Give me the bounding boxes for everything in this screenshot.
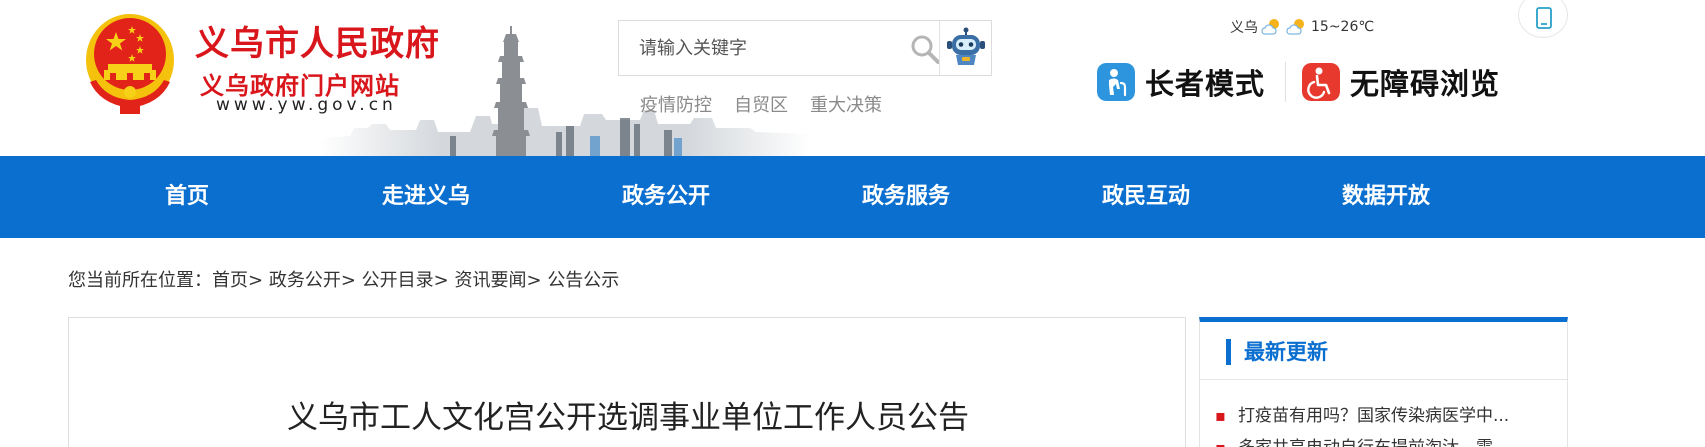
breadcrumb-notices[interactable]: 公告公示	[547, 270, 619, 291]
hot-keywords: 疫情防控 自贸区 重大决策	[640, 91, 882, 117]
breadcrumb-prefix: 您当前所在位置：	[68, 270, 212, 291]
latest-updates-panel: 最新更新 ▪ 打疫苗有用吗？国家传染病医学中... ▪ 多家共享电动自行车提前淘…	[1199, 317, 1568, 447]
hot-link-decisions[interactable]: 重大决策	[810, 91, 882, 117]
partly-cloudy-icon	[1286, 19, 1304, 35]
breadcrumb: 您当前所在位置：首页> 政务公开> 公开目录> 资讯要闻> 公告公示	[68, 266, 619, 292]
search-divider	[939, 21, 940, 75]
nav-gov-affairs-open[interactable]: 政务公开	[622, 156, 710, 238]
latest-updates-title: 最新更新	[1244, 340, 1328, 364]
list-item[interactable]: ▪ 打疫苗有用吗？国家传染病医学中...	[1200, 404, 1567, 436]
partly-cloudy-icon	[1261, 19, 1279, 35]
hot-link-ftz[interactable]: 自贸区	[734, 91, 788, 117]
list-item-label: 多家共享电动自行车提前淘汰，需...	[1238, 436, 1509, 447]
breadcrumb-separator: >	[526, 270, 542, 291]
weather-temperature: 15~26℃	[1311, 19, 1375, 35]
latest-updates-header: 最新更新	[1200, 322, 1567, 380]
list-item[interactable]: ▪ 多家共享电动自行车提前淘汰，需...	[1200, 436, 1567, 447]
search-box	[618, 20, 992, 76]
nav-open-data[interactable]: 数据开放	[1342, 156, 1430, 238]
mobile-phone-icon	[1536, 7, 1552, 29]
bullet-icon: ▪	[1215, 406, 1226, 425]
elder-mode-icon	[1097, 63, 1135, 101]
article-title: 义乌市工人文化宫公开选调事业单位工作人员公告	[287, 400, 969, 436]
list-item-label: 打疫苗有用吗？国家传染病医学中...	[1238, 406, 1510, 426]
weather-widget: 义乌 15~26℃	[1230, 17, 1374, 37]
hot-link-epidemic[interactable]: 疫情防控	[640, 91, 712, 117]
article-panel: 义乌市工人文化宫公开选调事业单位工作人员公告	[68, 317, 1186, 447]
title-accent-bar	[1226, 339, 1231, 365]
breadcrumb-separator: >	[340, 270, 356, 291]
weather-city: 义乌	[1230, 20, 1258, 36]
elder-mode-label: 长者模式	[1145, 67, 1266, 101]
nav-gov-services[interactable]: 政务服务	[862, 156, 950, 238]
search-input[interactable]	[619, 21, 909, 75]
mode-divider	[1285, 62, 1286, 102]
breadcrumb-separator: >	[433, 270, 449, 291]
wheelchair-icon	[1302, 63, 1340, 101]
nav-home[interactable]: 首页	[165, 156, 209, 238]
nav-about-yiwu[interactable]: 走进义乌	[382, 156, 470, 238]
bullet-icon: ▪	[1215, 436, 1226, 447]
site-header: 义乌市人民政府 义乌政府门户网站 www.yw.gov.cn 请输入关键字 疫情…	[0, 0, 1705, 156]
accessible-browsing-label: 无障碍浏览	[1350, 67, 1501, 101]
latest-updates-list: ▪ 打疫苗有用吗？国家传染病医学中... ▪ 多家共享电动自行车提前淘汰，需..…	[1200, 404, 1567, 447]
breadcrumb-news[interactable]: 资讯要闻	[454, 270, 526, 291]
main-nav: 首页 走进义乌 政务公开 政务服务 政民互动 数据开放	[0, 156, 1705, 238]
search-icon[interactable]	[909, 33, 941, 65]
breadcrumb-gov-open[interactable]: 政务公开	[269, 270, 341, 291]
accessible-browsing-button[interactable]: 无障碍浏览	[1302, 60, 1500, 104]
breadcrumb-separator: >	[248, 270, 264, 291]
breadcrumb-catalog[interactable]: 公开目录	[362, 270, 434, 291]
elder-mode-button[interactable]: 长者模式	[1097, 60, 1265, 104]
robot-assistant-icon[interactable]	[944, 27, 988, 69]
mobile-version-button[interactable]	[1518, 0, 1568, 38]
national-emblem-icon	[86, 14, 174, 114]
breadcrumb-home[interactable]: 首页	[212, 270, 248, 291]
nav-interaction[interactable]: 政民互动	[1102, 156, 1190, 238]
